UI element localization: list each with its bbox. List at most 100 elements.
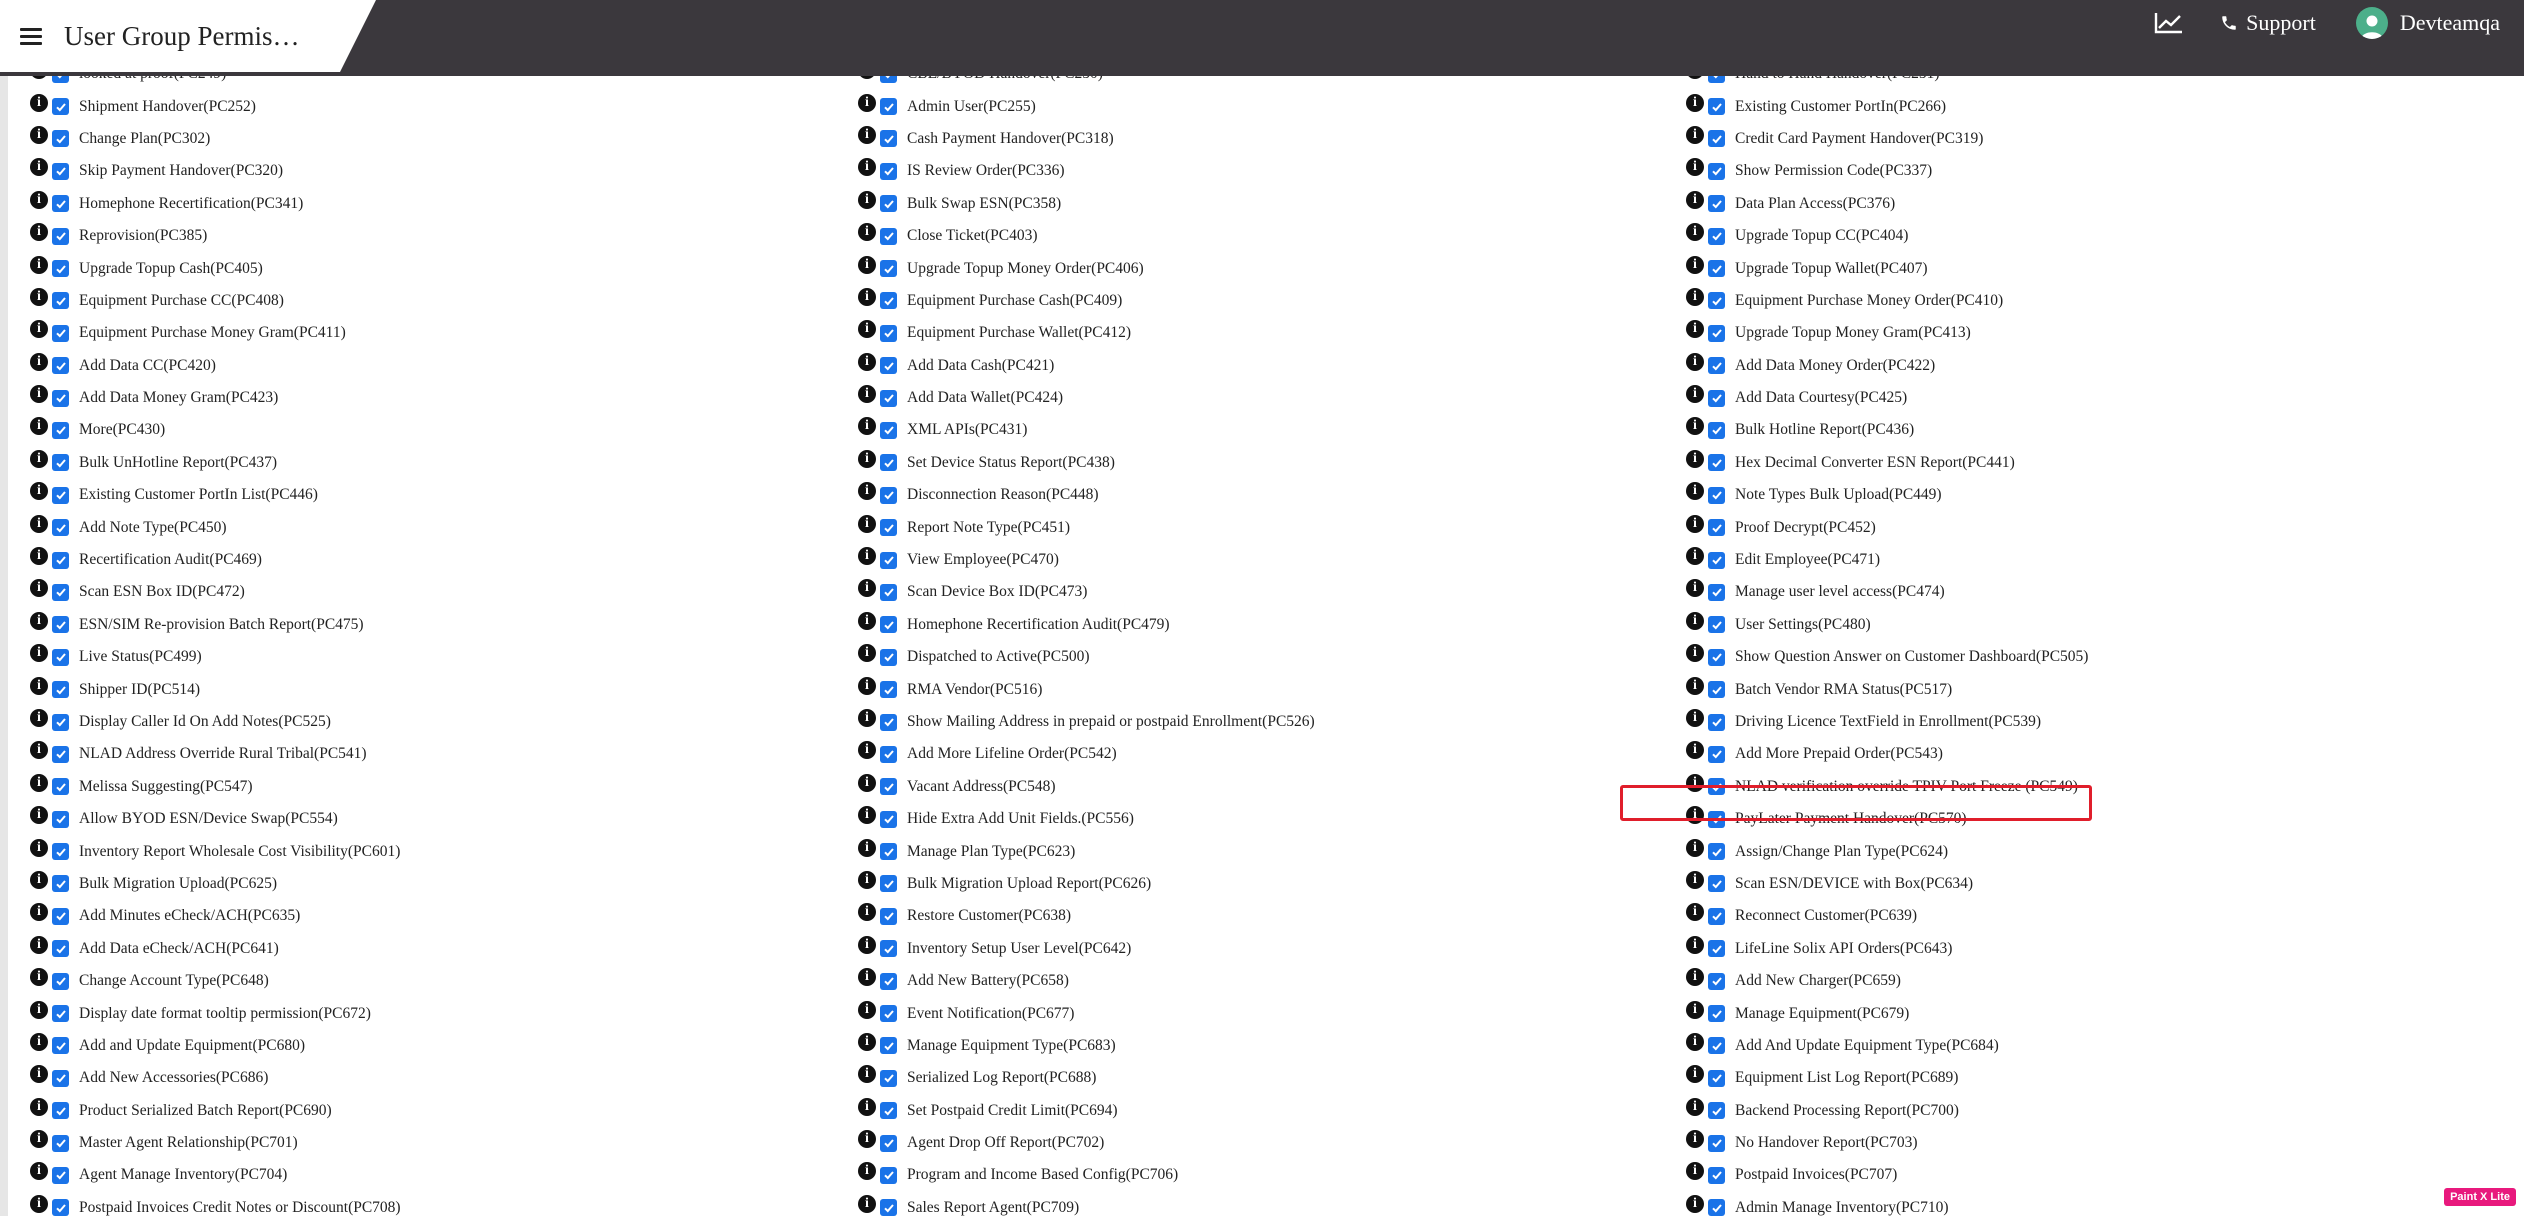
info-icon[interactable]: i [858,935,876,954]
permission-checkbox[interactable] [880,583,897,601]
permission-checkbox[interactable] [880,1037,897,1055]
permission-checkbox[interactable] [52,972,69,990]
info-icon[interactable]: i [1686,449,1704,468]
permission-checkbox[interactable] [52,76,69,83]
info-icon[interactable]: i [1686,1000,1704,1019]
info-icon[interactable]: i [30,644,48,663]
info-icon[interactable]: i [30,417,48,436]
info-icon[interactable]: i [858,903,876,922]
permission-checkbox[interactable] [52,940,69,958]
permission-checkbox[interactable] [52,907,69,925]
info-icon[interactable]: i [30,320,48,339]
permission-checkbox[interactable] [1708,357,1725,375]
permission-checkbox[interactable] [1708,972,1725,990]
permission-checkbox[interactable] [52,843,69,861]
permission-checkbox[interactable] [52,260,69,278]
permission-checkbox[interactable] [52,421,69,439]
info-icon[interactable]: i [858,255,876,274]
info-icon[interactable]: i [858,93,876,112]
permission-checkbox[interactable] [52,130,69,148]
permission-checkbox[interactable] [1708,195,1725,213]
permission-checkbox[interactable] [52,227,69,245]
info-icon[interactable]: i [30,935,48,954]
info-icon[interactable]: i [30,223,48,242]
permission-checkbox[interactable] [880,421,897,439]
permission-checkbox[interactable] [1708,843,1725,861]
info-icon[interactable]: i [858,1162,876,1181]
info-icon[interactable]: i [858,709,876,727]
info-icon[interactable]: i [858,287,876,306]
info-icon[interactable]: i [858,190,876,209]
permission-checkbox[interactable] [880,292,897,310]
permission-checkbox[interactable] [880,778,897,796]
info-icon[interactable]: i [858,125,876,144]
permission-checkbox[interactable] [1708,486,1725,504]
info-icon[interactable]: i [858,1194,876,1213]
permission-checkbox[interactable] [52,98,69,116]
info-icon[interactable]: i [1686,1162,1704,1181]
permission-checkbox[interactable] [1708,681,1725,699]
permission-checkbox[interactable] [1708,648,1725,666]
permission-checkbox[interactable] [880,486,897,504]
info-icon[interactable]: i [858,579,876,598]
permission-checkbox[interactable] [52,357,69,375]
permission-checkbox[interactable] [880,324,897,342]
info-icon[interactable]: i [858,76,876,80]
permission-checkbox[interactable] [1708,162,1725,180]
info-icon[interactable]: i [858,482,876,501]
info-icon[interactable]: i [1686,158,1704,177]
permission-checkbox[interactable] [1708,551,1725,569]
info-icon[interactable]: i [30,287,48,306]
permission-checkbox[interactable] [52,486,69,504]
info-icon[interactable]: i [1686,579,1704,598]
permission-checkbox[interactable] [52,1005,69,1023]
permission-checkbox[interactable] [880,875,897,893]
info-icon[interactable]: i [1686,223,1704,242]
permission-checkbox[interactable] [52,1069,69,1087]
permission-checkbox[interactable] [52,389,69,407]
info-icon[interactable]: i [1686,352,1704,371]
permission-checkbox[interactable] [880,1069,897,1087]
info-icon[interactable]: i [30,1032,48,1051]
info-icon[interactable]: i [858,417,876,436]
permission-checkbox[interactable] [880,130,897,148]
info-icon[interactable]: i [30,449,48,468]
permission-checkbox[interactable] [1708,1102,1725,1120]
info-icon[interactable]: i [1686,870,1704,889]
permission-checkbox[interactable] [880,195,897,213]
permission-checkbox[interactable] [52,745,69,763]
info-icon[interactable]: i [30,93,48,112]
permission-checkbox[interactable] [1708,98,1725,116]
info-icon[interactable]: i [1686,514,1704,533]
info-icon[interactable]: i [30,709,48,727]
info-icon[interactable]: i [858,352,876,371]
permission-checkbox[interactable] [52,778,69,796]
permission-checkbox[interactable] [880,616,897,634]
permission-checkbox[interactable] [880,1102,897,1120]
permission-checkbox[interactable] [880,454,897,472]
info-icon[interactable]: i [30,1194,48,1213]
info-icon[interactable]: i [30,838,48,857]
info-icon[interactable]: i [1686,1130,1704,1149]
info-icon[interactable]: i [30,352,48,371]
permission-checkbox[interactable] [880,227,897,245]
info-icon[interactable]: i [858,514,876,533]
permission-checkbox[interactable] [880,907,897,925]
permission-checkbox[interactable] [52,648,69,666]
permission-checkbox[interactable] [52,616,69,634]
permission-checkbox[interactable] [880,940,897,958]
info-icon[interactable]: i [1686,709,1704,727]
permission-checkbox[interactable] [52,162,69,180]
permission-checkbox[interactable] [880,972,897,990]
info-icon[interactable]: i [30,125,48,144]
permission-checkbox[interactable] [1708,227,1725,245]
info-icon[interactable]: i [1686,741,1704,760]
info-icon[interactable]: i [30,806,48,825]
info-icon[interactable]: i [30,968,48,987]
info-icon[interactable]: i [858,320,876,339]
info-icon[interactable]: i [858,806,876,825]
permission-checkbox[interactable] [52,681,69,699]
permission-checkbox[interactable] [1708,1199,1725,1216]
permission-checkbox[interactable] [1708,421,1725,439]
info-icon[interactable]: i [858,611,876,630]
